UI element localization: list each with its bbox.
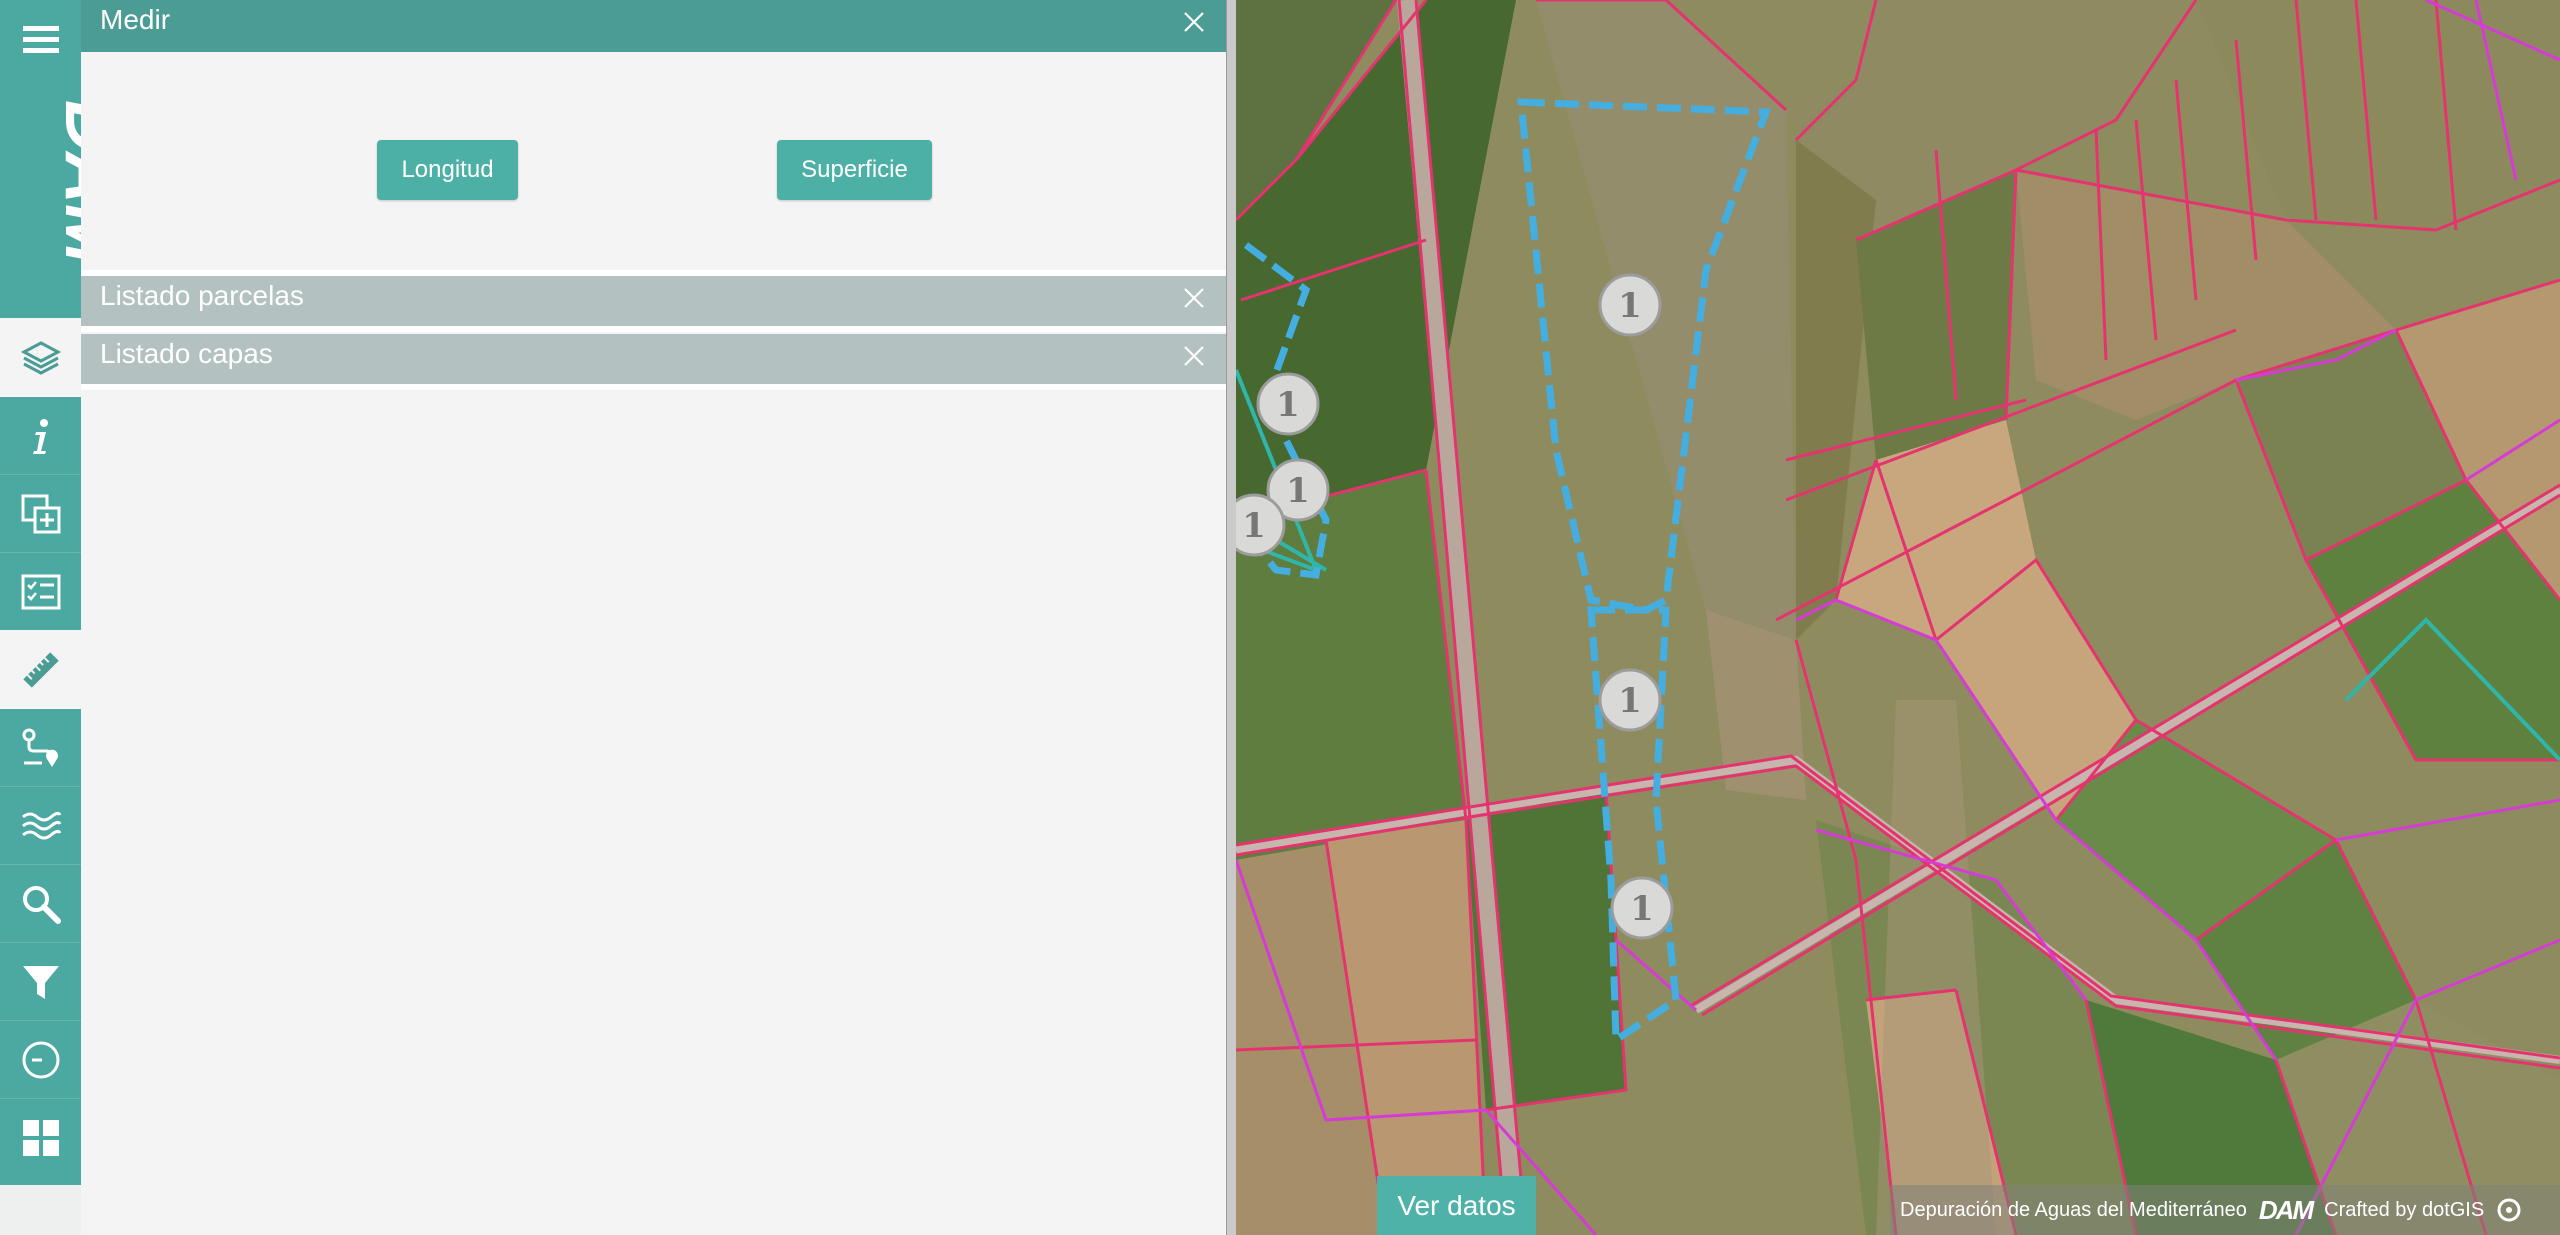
svg-text:1: 1 — [1286, 471, 1310, 511]
superficie-button[interactable]: Superficie — [777, 140, 932, 200]
add-layer-icon — [21, 494, 60, 534]
parcel-marker[interactable]: 1 — [1256, 372, 1320, 436]
search-icon — [22, 886, 61, 924]
parcel-marker[interactable]: 1 — [1598, 668, 1662, 732]
listado-parcelas-title: Listado parcelas — [100, 280, 304, 311]
close-icon[interactable] — [1182, 344, 1206, 368]
menu-button[interactable] — [0, 0, 81, 80]
layers-icon — [20, 341, 61, 375]
water-button[interactable] — [0, 786, 81, 865]
hamburger-icon — [22, 26, 59, 53]
measure-button[interactable] — [0, 630, 81, 709]
medir-header[interactable]: Medir — [81, 0, 1226, 52]
crafted-by-text[interactable]: Crafted by dotGIS — [2324, 1199, 2484, 1222]
checklist-icon — [21, 574, 60, 610]
divider — [81, 326, 1226, 332]
parcel-marker[interactable]: 1 — [1610, 876, 1674, 940]
route-button[interactable] — [0, 708, 81, 787]
grid-button[interactable] — [0, 1098, 81, 1177]
listado-capas-title: Listado capas — [100, 338, 273, 369]
search-button[interactable] — [0, 864, 81, 943]
ver-datos-button[interactable]: Ver datos — [1377, 1176, 1536, 1235]
svg-text:1: 1 — [1276, 385, 1300, 425]
dam-logo: DAM — [0, 90, 130, 280]
filter-button[interactable] — [0, 942, 81, 1021]
dotgis-logo-icon — [2497, 1198, 2521, 1222]
grid-icon — [22, 1120, 59, 1156]
svg-text:1: 1 — [1242, 506, 1266, 546]
info-button[interactable] — [0, 396, 81, 475]
filter-icon — [22, 966, 59, 999]
ruler-icon — [22, 652, 59, 688]
medir-title: Medir — [100, 4, 171, 35]
dam-logo-small: DAM — [2258, 1194, 2314, 1225]
longitud-button[interactable]: Longitud — [377, 140, 518, 200]
parcel-marker[interactable]: 1 — [1598, 273, 1662, 337]
info-icon — [32, 419, 48, 454]
rail-footer — [0, 1185, 81, 1235]
satellite-map[interactable]: 1 1 1 1 1 1 — [1236, 0, 2560, 1235]
side-panel: Medir Longitud Superficie Listado parcel… — [81, 0, 1226, 1235]
map-view[interactable]: 1 1 1 1 1 1 — [1236, 0, 2560, 1235]
parcel-marker[interactable]: 1 — [1236, 493, 1286, 557]
map-attribution: Depuración de Aguas del Mediterráneo DAM… — [1890, 1185, 2560, 1235]
attribution-text: Depuración de Aguas del Mediterráneo — [1900, 1198, 2247, 1221]
listado-capas-header[interactable]: Listado capas — [81, 334, 1226, 384]
water-icon — [21, 811, 61, 840]
svg-text:1: 1 — [1630, 889, 1654, 929]
checklist-button[interactable] — [0, 552, 81, 631]
svg-text:1: 1 — [1618, 286, 1642, 326]
close-icon[interactable] — [1182, 286, 1206, 310]
tool-rail: DAM — [0, 0, 130, 1185]
close-icon[interactable] — [1182, 10, 1206, 34]
route-icon — [22, 728, 58, 767]
svg-text:DAM: DAM — [50, 100, 81, 266]
listado-parcelas-header[interactable]: Listado parcelas — [81, 276, 1226, 326]
layers-button[interactable] — [0, 318, 81, 397]
svg-text:1: 1 — [1618, 681, 1642, 721]
divider — [81, 384, 1226, 390]
add-layer-button[interactable] — [0, 474, 81, 553]
clock-icon — [22, 1041, 59, 1079]
time-button[interactable] — [0, 1020, 81, 1099]
panel-splitter[interactable] — [1226, 0, 1236, 1235]
